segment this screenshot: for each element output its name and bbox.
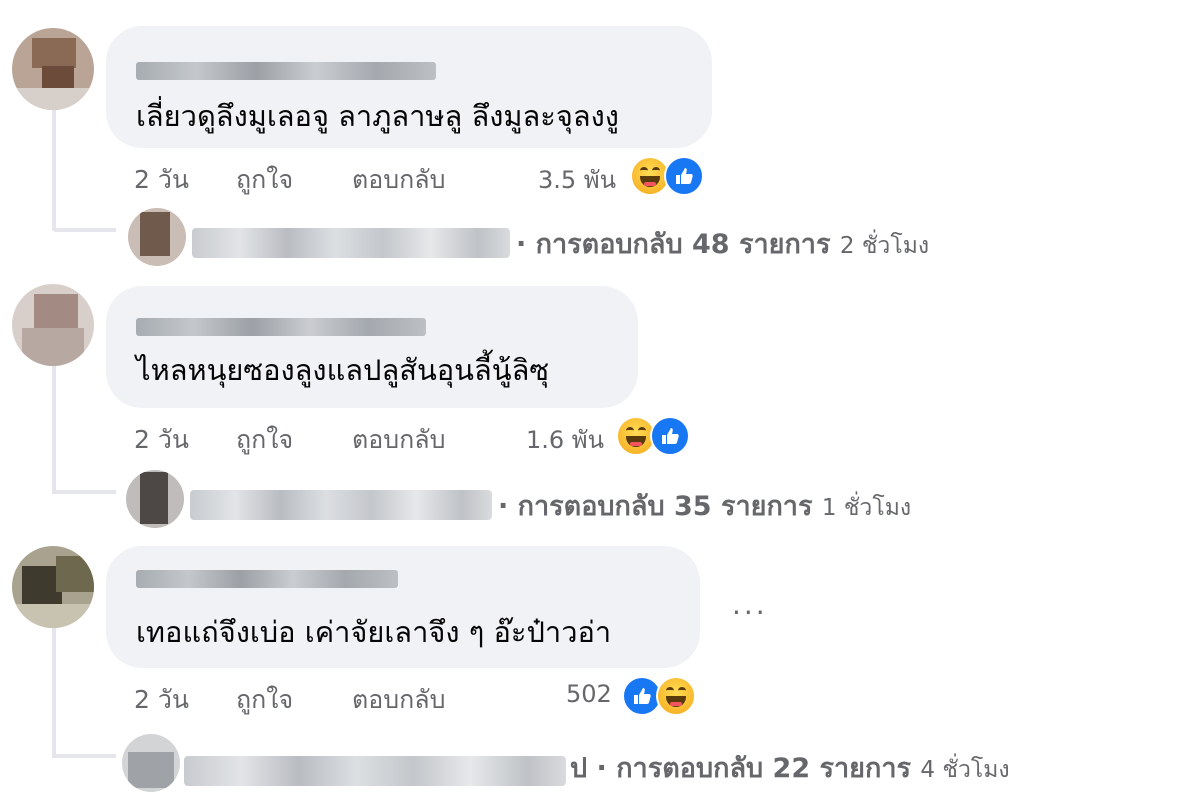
view-replies-link[interactable]: · การตอบกลับ 48 รายการ 2 ชั่วโมง [120,208,1120,266]
reply-button[interactable]: ตอบกลับ [352,160,445,200]
view-replies-link[interactable]: ป · การตอบกลับ 22 รายการ 4 ชั่วโมง [118,734,1178,792]
thread-line [52,108,56,230]
like-button[interactable]: ถูกใจ [236,420,293,460]
like-icon [664,156,704,196]
commenter-name[interactable] [136,318,426,336]
commenter-name[interactable] [136,570,398,588]
comment-time[interactable]: 2 วัน [134,680,189,720]
thread-line [52,228,116,232]
replies-count: · การตอบกลับ 35 รายการ 1 ชั่วโมง [498,491,912,522]
reply-time: 2 ชั่วโมง [839,233,930,259]
haha-icon [656,676,696,716]
replies-count: ป · การตอบกลับ 22 รายการ 4 ชั่วโมง [570,753,1010,784]
view-replies-link[interactable]: · การตอบกลับ 35 รายการ 1 ชั่วโมง [120,470,1120,528]
comment-actions: 2 วัน ถูกใจ ตอบกลับ [134,420,514,456]
comment-actions: 2 วัน ถูกใจ ตอบกลับ [134,160,514,196]
comment-time[interactable]: 2 วัน [134,160,189,200]
replier-name [184,756,566,786]
like-button[interactable]: ถูกใจ [236,680,293,720]
reply-time: 4 ชั่วโมง [920,757,1010,783]
like-button[interactable]: ถูกใจ [236,160,293,200]
avatar[interactable] [12,28,94,110]
comment-bubble: เทอแถ่จึงเบ่อ เค่าจัยเลาจึง ๆ อ๊ะป๋าวอ่า [106,546,700,668]
comment-text: ไหลหนุยซองลูงแลปลูสันอุนลี้นู้ลิซุ [136,353,550,387]
reaction-summary[interactable]: 1.6 พัน [526,416,696,456]
comment-thread: เลี่ยวดูลึงมูเลอจู ลาภูลาษลู ลึงมูละจุลง… [0,0,1200,804]
thread-line [52,366,56,492]
comment-actions: 2 วัน ถูกใจ ตอบกลับ [134,680,514,716]
avatar [128,208,186,266]
replies-count: · การตอบกลับ 48 รายการ 2 ชั่วโมง [516,229,930,260]
thread-line [52,490,116,494]
comment-time[interactable]: 2 วัน [134,420,189,460]
previous-comment-remnant [110,0,410,6]
commenter-name[interactable] [136,62,436,80]
reaction-count: 1.6 พัน [526,426,605,454]
reply-button[interactable]: ตอบกลับ [352,420,445,460]
avatar[interactable] [12,546,94,628]
thread-line [52,754,116,758]
thread-line [52,628,56,756]
comment-bubble: เลี่ยวดูลึงมูเลอจู ลาภูลาษลู ลึงมูละจุลง… [106,26,712,148]
comment-text: เทอแถ่จึงเบ่อ เค่าจัยเลาจึง ๆ อ๊ะป๋าวอ่า [136,615,612,649]
reaction-summary[interactable]: 502 [566,676,706,716]
comment-bubble: ไหลหนุยซองลูงแลปลูสันอุนลี้นู้ลิซุ [106,286,638,408]
comment-text: เลี่ยวดูลึงมูเลอจู ลาภูลาษลู ลึงมูละจุลง… [136,99,619,133]
reaction-count: 502 [566,680,612,708]
reaction-summary[interactable]: 3.5 พัน [538,156,708,196]
avatar [122,734,180,792]
reaction-count: 3.5 พัน [538,166,617,194]
more-options-button[interactable]: ... [732,588,768,621]
replier-name [190,490,492,520]
avatar[interactable] [12,284,94,366]
reply-time: 1 ชั่วโมง [821,495,912,521]
like-icon [650,416,690,456]
replier-name [192,228,510,258]
avatar [126,470,184,528]
reply-button[interactable]: ตอบกลับ [352,680,445,720]
